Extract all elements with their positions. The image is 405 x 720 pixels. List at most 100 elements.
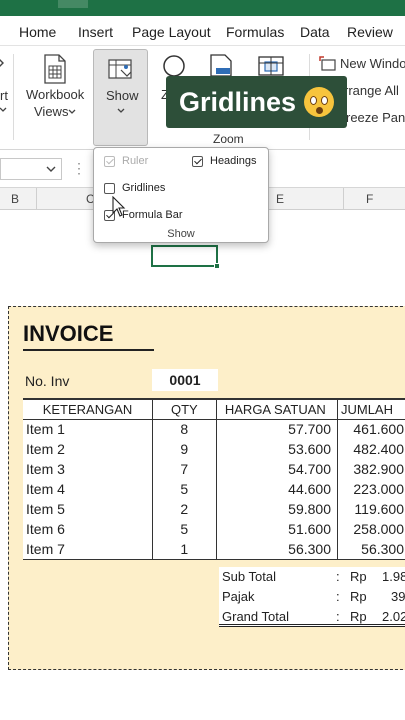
subtotal-currency: Rp [350, 569, 367, 584]
chevron-down-icon [0, 107, 7, 112]
show-dropdown: Ruler Headings Gridlines Formula Bar Sho… [93, 147, 269, 243]
cell-qty[interactable]: 5 [152, 479, 217, 499]
cell-qty[interactable]: 9 [152, 439, 217, 459]
workbook-views-label-line1[interactable]: Workbook [26, 87, 84, 102]
eye-icon [321, 96, 329, 105]
cell-item[interactable]: Item 6 [23, 519, 153, 539]
headings-checkbox[interactable] [192, 155, 203, 167]
tax-row: Pajak : Rp 39.676 [219, 587, 405, 607]
chevron-down-icon[interactable] [45, 165, 57, 175]
subtotal-value[interactable]: 1.983.800 [382, 569, 405, 584]
workbook-views-icon[interactable] [42, 54, 68, 84]
headings-option[interactable]: Headings [192, 155, 256, 167]
table-row: Item 1 8 57.700 461.600 [23, 419, 405, 439]
subtotal-label: Sub Total [222, 569, 276, 584]
cell-price[interactable]: 59.800 [215, 499, 338, 519]
zoom-to-selection-icon[interactable] [256, 54, 288, 76]
invoice-number-label: No. Inv [25, 373, 70, 389]
header-keterangan[interactable]: KETERANGAN [23, 398, 153, 420]
freeze-panes-label[interactable]: reeze Pane [346, 110, 405, 125]
divider [13, 54, 14, 140]
quick-access-toolbar[interactable] [58, 0, 88, 8]
formula-bar-separator-icon: ⋮ [72, 160, 86, 176]
cell-total[interactable]: 461.600 [336, 419, 405, 439]
gridlines-option[interactable]: Gridlines [104, 182, 165, 194]
caption-text: Gridlines [179, 86, 297, 117]
excel-window: Home Insert Page Layout Formulas Data Re… [0, 0, 405, 720]
cell-price[interactable]: 44.600 [215, 479, 338, 499]
gridlines-checkbox[interactable] [104, 182, 115, 194]
cell-total[interactable]: 223.000 [336, 479, 405, 499]
subtotal-colon: : [336, 569, 340, 584]
header-qty[interactable]: QTY [152, 398, 217, 420]
cell-item[interactable]: Item 3 [23, 459, 153, 479]
arrange-all-label[interactable]: rrange All [344, 83, 399, 98]
table-row: Item 4 5 44.600 223.000 [23, 479, 405, 499]
show-button-label[interactable]: Show [106, 88, 139, 103]
tab-data[interactable]: Data [300, 24, 330, 40]
tax-value[interactable]: 39.676 [391, 589, 405, 604]
cell-qty[interactable]: 8 [152, 419, 217, 439]
chevron-down-icon [117, 108, 125, 113]
header-harga-satuan[interactable]: HARGA SATUAN [215, 398, 338, 420]
new-window-label[interactable]: New Windo [340, 56, 405, 71]
chevron-down-icon [68, 109, 76, 114]
name-box[interactable] [0, 158, 62, 180]
grand-total-label: Grand Total [222, 609, 289, 624]
tax-label: Pajak [222, 589, 255, 604]
headings-label[interactable]: Headings [210, 155, 256, 167]
tab-insert[interactable]: Insert [78, 24, 113, 40]
column-divider [36, 188, 37, 210]
eye-icon [310, 96, 318, 105]
cell-item[interactable]: Item 4 [23, 479, 153, 499]
table-row: Item 7 1 56.300 56.300 [23, 539, 405, 560]
selected-cell[interactable] [151, 245, 220, 269]
column-header-b[interactable]: B [11, 192, 19, 206]
cell-total[interactable]: 482.400 [336, 439, 405, 459]
table-header-row: KETERANGAN QTY HARGA SATUAN JUMLAH [23, 398, 405, 420]
tab-review[interactable]: Review [347, 24, 393, 40]
invoice-number-cell[interactable]: 0001 [152, 369, 218, 391]
tab-formulas[interactable]: Formulas [226, 24, 284, 40]
cell-total[interactable]: 258.000 [336, 519, 405, 539]
cell-price[interactable]: 54.700 [215, 459, 338, 479]
zoom-group-label: Zoom [213, 132, 244, 146]
new-window-icon[interactable] [319, 56, 337, 72]
column-divider [343, 188, 344, 210]
cell-item[interactable]: Item 5 [23, 499, 153, 519]
fill-handle[interactable] [214, 263, 220, 269]
tax-currency: Rp [350, 589, 367, 604]
gridlines-label[interactable]: Gridlines [122, 182, 165, 194]
cell-price[interactable]: 57.700 [215, 419, 338, 439]
cell-price[interactable]: 53.600 [215, 439, 338, 459]
grand-total-value[interactable]: 2.023.476 [382, 609, 405, 624]
cell-total[interactable]: 56.300 [336, 539, 405, 560]
header-jumlah[interactable]: JUMLAH [336, 398, 405, 420]
cell-total[interactable]: 119.600 [336, 499, 405, 519]
cell-total[interactable]: 382.900 [336, 459, 405, 479]
cell-qty[interactable]: 7 [152, 459, 217, 479]
invoice-table: KETERANGAN QTY HARGA SATUAN JUMLAH Item … [23, 398, 405, 560]
cell-item[interactable]: Item 2 [23, 439, 153, 459]
chevron-right-icon [0, 59, 4, 67]
tab-page-layout[interactable]: Page Layout [132, 24, 211, 40]
workbook-views-label-line2[interactable]: Views [34, 104, 68, 119]
gridlines-caption: Gridlines [166, 76, 347, 128]
ruler-checkbox [104, 155, 115, 167]
cell-item[interactable]: Item 1 [23, 419, 153, 439]
column-header-f[interactable]: F [366, 192, 373, 206]
cell-price[interactable]: 51.600 [215, 519, 338, 539]
cell-qty[interactable]: 2 [152, 499, 217, 519]
cell-price[interactable]: 56.300 [215, 539, 338, 560]
cell-qty[interactable]: 5 [152, 519, 217, 539]
grand-total-colon: : [336, 609, 340, 624]
show-button[interactable]: Show [93, 49, 148, 146]
tab-home[interactable]: Home [19, 24, 56, 40]
column-header-e[interactable]: E [276, 192, 284, 206]
cell-qty[interactable]: 1 [152, 539, 217, 560]
mouth-icon [316, 107, 324, 114]
formula-bar-label[interactable]: Formula Bar [122, 209, 183, 221]
cell-item[interactable]: Item 7 [23, 539, 153, 560]
table-row: Item 6 5 51.600 258.000 [23, 519, 405, 539]
zoom-100-icon[interactable] [208, 54, 236, 76]
